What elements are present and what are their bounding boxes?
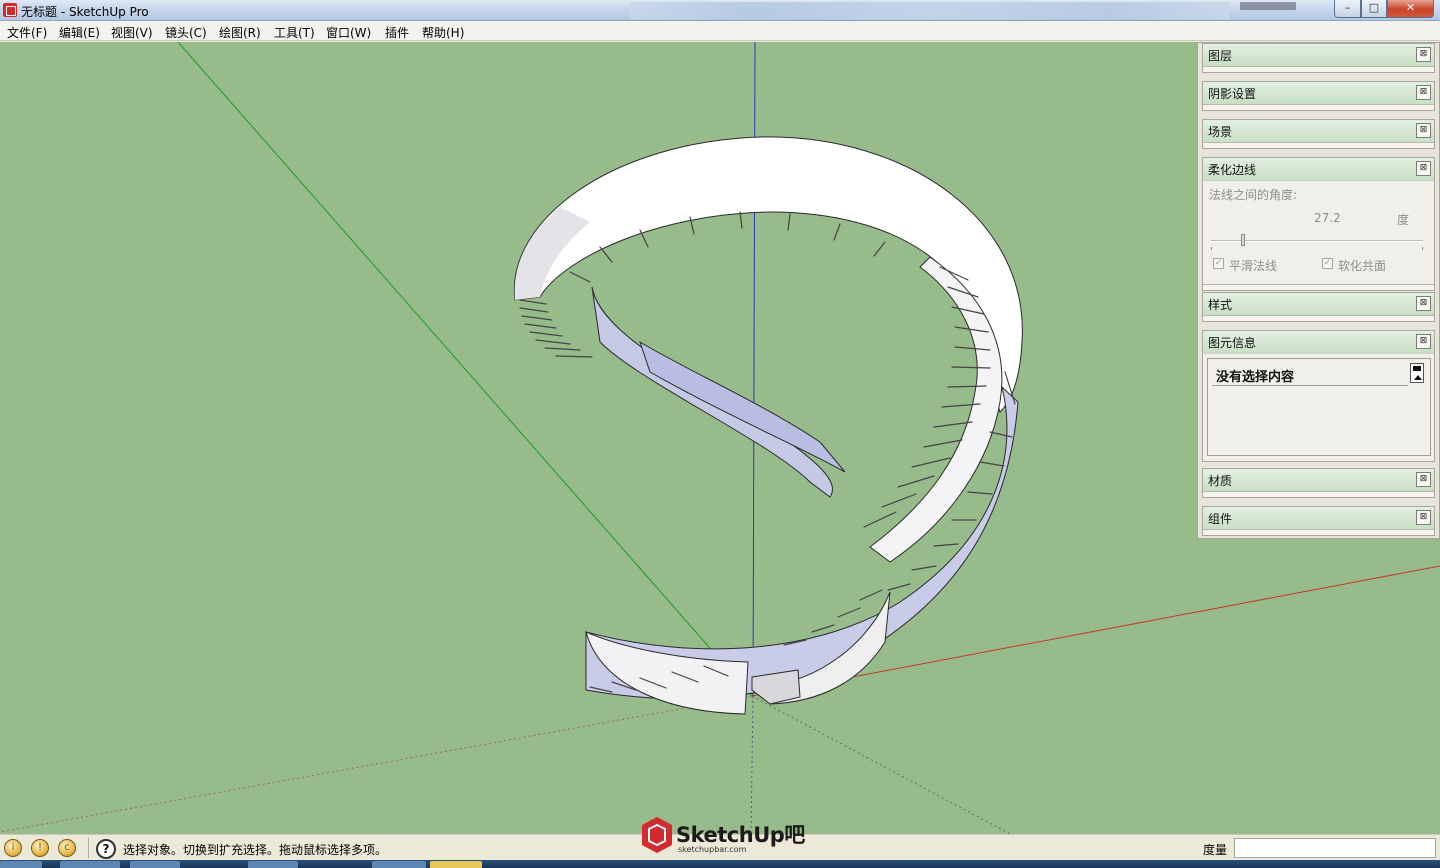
panel-layers-close-icon[interactable]: ⊠	[1416, 47, 1431, 62]
panel-styles-close-icon[interactable]: ⊠	[1416, 296, 1431, 311]
soften-coplanar-label: 软化共面	[1338, 259, 1387, 273]
menu-file[interactable]: 文件(F)	[7, 24, 47, 41]
panel-materials: 材质 ⊠	[1202, 468, 1435, 498]
help-icon[interactable]: ?	[96, 839, 116, 859]
slider-tick-max	[1422, 247, 1423, 250]
angle-value: 27.2	[1314, 211, 1341, 225]
panel-soften-close-icon[interactable]: ⊠	[1416, 161, 1431, 176]
status-hint: 选择对象。切换到扩充选择。拖动鼠标选择多项。	[123, 843, 388, 857]
menu-plugins[interactable]: 插件	[385, 24, 409, 41]
stair-ribbon-back	[639, 340, 846, 473]
panel-entity-info-header[interactable]: 图元信息 ⊠	[1203, 331, 1434, 353]
menu-edit[interactable]: 编辑(E)	[59, 24, 100, 41]
green-axis-dashed	[751, 695, 1011, 834]
expand-details-icon[interactable]	[1410, 363, 1424, 383]
panel-shadows-title: 阴影设置	[1208, 87, 1257, 101]
selection-status: 没有选择内容	[1216, 370, 1295, 385]
panel-soften-title: 柔化边线	[1208, 163, 1257, 177]
angle-label: 法线之间的角度:	[1209, 188, 1298, 202]
red-axis-dashed	[0, 695, 753, 833]
panel-scenes-header[interactable]: 场景 ⊠	[1203, 120, 1434, 142]
os-taskbar	[0, 860, 1440, 868]
menu-bar: 文件(F) 编辑(E) 视图(V) 镜头(C) 绘图(R) 工具(T) 窗口(W…	[0, 21, 1440, 41]
menu-view[interactable]: 视图(V)	[111, 24, 153, 41]
slider-tick-min	[1211, 247, 1212, 250]
taskbar-item-active[interactable]	[430, 861, 482, 868]
panel-soften-footer	[1203, 284, 1434, 290]
blue-axis-dashed	[750, 695, 754, 834]
panel-materials-close-icon[interactable]: ⊠	[1416, 472, 1431, 487]
taskbar-item[interactable]	[248, 861, 298, 868]
panel-components-header[interactable]: 组件 ⊠	[1203, 507, 1434, 529]
panel-entity-info-body: 没有选择内容	[1203, 353, 1434, 461]
selection-underline	[1212, 385, 1408, 386]
panel-styles-title: 样式	[1208, 298, 1233, 312]
title-bar-background	[630, 2, 1230, 19]
panel-shadows-footer	[1203, 104, 1434, 110]
menu-window[interactable]: 窗口(W)	[326, 24, 371, 41]
panel-soften-header[interactable]: 柔化边线 ⊠	[1203, 158, 1434, 180]
panel-shadows-header[interactable]: 阴影设置 ⊠	[1203, 82, 1434, 104]
menu-camera[interactable]: 镜头(C)	[165, 24, 207, 41]
panel-entity-info: 图元信息 ⊠ 没有选择内容	[1202, 330, 1435, 462]
sketchup-app-icon[interactable]	[3, 3, 17, 17]
entity-info-box: 没有选择内容	[1207, 358, 1431, 456]
panel-components-close-icon[interactable]: ⊠	[1416, 510, 1431, 525]
panel-styles: 样式 ⊠	[1202, 292, 1435, 322]
panel-shadows-close-icon[interactable]: ⊠	[1416, 85, 1431, 100]
logo-url: sketchupbar.com	[678, 845, 747, 854]
taskbar-item[interactable]	[372, 861, 426, 868]
panel-soften-edges: 柔化边线 ⊠ 法线之间的角度: 27.2 度 ✓ 平滑法线 ✓ 软化共面	[1202, 157, 1435, 291]
maximize-button[interactable]: □	[1361, 0, 1387, 18]
geo-location-icon[interactable]: !	[31, 839, 49, 857]
panel-shadows: 阴影设置 ⊠	[1202, 81, 1435, 111]
status-separator	[88, 838, 89, 858]
title-bar-indicator	[1240, 2, 1296, 10]
panel-layers-header[interactable]: 图层 ⊠	[1203, 44, 1434, 66]
menu-tools[interactable]: 工具(T)	[274, 24, 315, 41]
panel-scenes-footer	[1203, 142, 1434, 148]
panel-components-title: 组件	[1208, 512, 1233, 526]
smooth-normals-label: 平滑法线	[1229, 259, 1278, 273]
panel-layers-footer	[1203, 66, 1434, 72]
panel-soften-body: 法线之间的角度: 27.2 度 ✓ 平滑法线 ✓ 软化共面	[1203, 180, 1434, 284]
sketchupbar-logo: SketchUp吧 sketchupbar.com	[640, 815, 810, 859]
taskbar-item[interactable]	[130, 861, 180, 868]
default-tray: 图层 ⊠ 阴影设置 ⊠ 场景 ⊠ 柔化边线 ⊠ 法线之间的角度: 27.2 度	[1197, 42, 1440, 539]
logo-cube-icon	[642, 817, 672, 853]
panel-materials-header[interactable]: 材质 ⊠	[1203, 469, 1434, 491]
panel-layers-title: 图层	[1208, 49, 1233, 63]
panel-scenes-close-icon[interactable]: ⊠	[1416, 123, 1431, 138]
panel-components: 组件 ⊠	[1202, 506, 1435, 536]
menu-draw[interactable]: 绘图(R)	[219, 24, 261, 41]
panel-entity-info-title: 图元信息	[1208, 336, 1257, 350]
panel-scenes: 场景 ⊠	[1202, 119, 1435, 149]
angle-slider-thumb[interactable]	[1240, 234, 1245, 246]
close-button[interactable]: ✕	[1387, 0, 1434, 18]
panel-styles-header[interactable]: 样式 ⊠	[1203, 293, 1434, 315]
soften-coplanar-checkbox[interactable]: ✓	[1322, 258, 1333, 269]
title-bar: 无标题 - SketchUp Pro – □ ✕	[0, 0, 1440, 21]
window-title: 无标题 - SketchUp Pro	[21, 5, 149, 19]
minimize-button[interactable]: –	[1334, 0, 1361, 18]
angle-unit: 度	[1397, 213, 1410, 227]
taskbar-item[interactable]	[60, 861, 120, 868]
measurements-label: 度量	[1203, 843, 1228, 857]
smooth-normals-checkbox[interactable]: ✓	[1213, 258, 1224, 269]
panel-components-footer	[1203, 529, 1434, 535]
info-icon[interactable]: i	[4, 839, 22, 857]
panel-entity-info-close-icon[interactable]: ⊠	[1416, 334, 1431, 349]
panel-layers: 图层 ⊠	[1202, 43, 1435, 73]
menu-help[interactable]: 帮助(H)	[422, 24, 464, 41]
panel-scenes-title: 场景	[1208, 125, 1233, 139]
measurements-input[interactable]	[1234, 838, 1436, 858]
panel-materials-footer	[1203, 491, 1434, 497]
panel-materials-title: 材质	[1208, 474, 1233, 488]
panel-styles-footer	[1203, 315, 1434, 321]
credits-icon[interactable]: c	[58, 839, 76, 857]
start-button[interactable]	[0, 861, 42, 868]
